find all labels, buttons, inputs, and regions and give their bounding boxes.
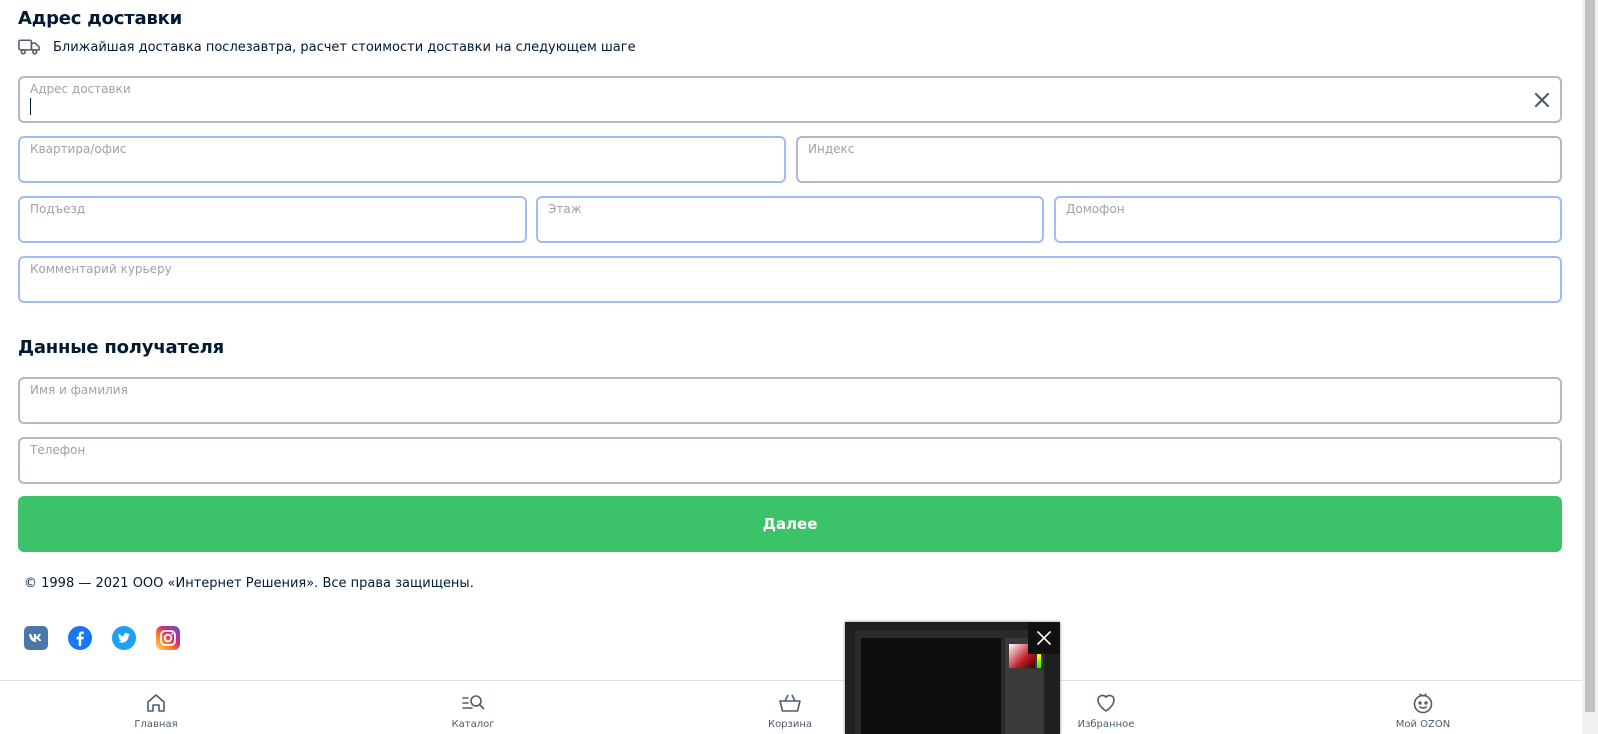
profile-icon	[1413, 693, 1433, 714]
apartment-input[interactable]	[29, 158, 744, 178]
cart-icon	[779, 694, 801, 712]
heart-icon	[1097, 694, 1115, 712]
preview-thumbnail-popup[interactable]	[845, 622, 1060, 734]
delivery-hint-text: Ближайшая доставка послезавтра, расчет с…	[53, 39, 636, 55]
floor-label: Этаж	[548, 202, 582, 216]
address-field[interactable]: Адрес доставки	[18, 76, 1562, 123]
vk-icon[interactable]	[24, 626, 48, 650]
nav-item-profile[interactable]: Мой OZON	[1363, 691, 1483, 730]
address-input[interactable]	[29, 98, 1520, 118]
phone-input[interactable]	[29, 459, 1520, 479]
bottom-nav: Главная Каталог Корзина Избранное Мой OZ…	[0, 680, 1582, 734]
catalog-icon	[462, 695, 485, 710]
nav-label-favorites: Избранное	[1077, 719, 1135, 730]
close-icon[interactable]	[1532, 90, 1552, 110]
page-scrollbar[interactable]	[1582, 0, 1598, 734]
phone-field[interactable]: Телефон	[18, 437, 1562, 484]
scrollbar-thumb[interactable]	[1585, 0, 1595, 712]
zip-field[interactable]: Индекс	[796, 136, 1562, 183]
popup-close-button[interactable]	[1028, 622, 1060, 654]
name-field[interactable]: Имя и фамилия	[18, 377, 1562, 424]
entrance-field[interactable]: Подъезд	[18, 196, 527, 243]
zip-input[interactable]	[807, 158, 1520, 178]
nav-label-cart: Корзина	[767, 719, 813, 730]
floor-input[interactable]	[547, 218, 1002, 238]
intercom-input[interactable]	[1065, 218, 1520, 238]
next-button[interactable]: Далее	[18, 496, 1562, 552]
preview-canvas	[861, 638, 1001, 734]
floor-field[interactable]: Этаж	[536, 196, 1044, 243]
intercom-label: Домофон	[1066, 202, 1125, 216]
name-input[interactable]	[29, 399, 1520, 419]
delivery-hint: Ближайшая доставка послезавтра, расчет с…	[18, 38, 636, 56]
social-links	[24, 626, 180, 650]
address-label: Адрес доставки	[30, 82, 131, 96]
nav-item-catalog[interactable]: Каталог	[413, 691, 533, 730]
name-label: Имя и фамилия	[30, 383, 128, 397]
nav-item-cart[interactable]: Корзина	[730, 691, 850, 730]
apartment-field[interactable]: Квартира/офис	[18, 136, 786, 183]
nav-item-home[interactable]: Главная	[96, 691, 216, 730]
entrance-label: Подъезд	[30, 202, 86, 216]
zip-label: Индекс	[808, 142, 855, 156]
nav-item-favorites[interactable]: Избранное	[1046, 691, 1166, 730]
entrance-input[interactable]	[29, 218, 485, 238]
home-icon	[147, 694, 165, 712]
apartment-label: Квартира/офис	[30, 142, 127, 156]
courier-comment-input[interactable]	[29, 278, 1520, 298]
recipient-title: Данные получателя	[18, 337, 225, 358]
instagram-icon[interactable]	[156, 626, 180, 650]
nav-label-profile: Мой OZON	[1395, 719, 1451, 730]
intercom-field[interactable]: Домофон	[1054, 196, 1562, 243]
copyright-text: © 1998 — 2021 ООО «Интернет Решения». Вс…	[24, 576, 474, 591]
facebook-icon[interactable]	[68, 626, 92, 650]
twitter-icon[interactable]	[112, 626, 136, 650]
delivery-address-title: Адрес доставки	[18, 8, 183, 29]
courier-comment-label: Комментарий курьеру	[30, 262, 172, 276]
courier-comment-field[interactable]: Комментарий курьеру	[18, 256, 1562, 303]
phone-label: Телефон	[30, 443, 86, 457]
nav-label-home: Главная	[134, 719, 178, 730]
nav-label-catalog: Каталог	[451, 719, 495, 730]
close-icon	[1037, 631, 1051, 645]
truck-icon	[18, 39, 40, 55]
